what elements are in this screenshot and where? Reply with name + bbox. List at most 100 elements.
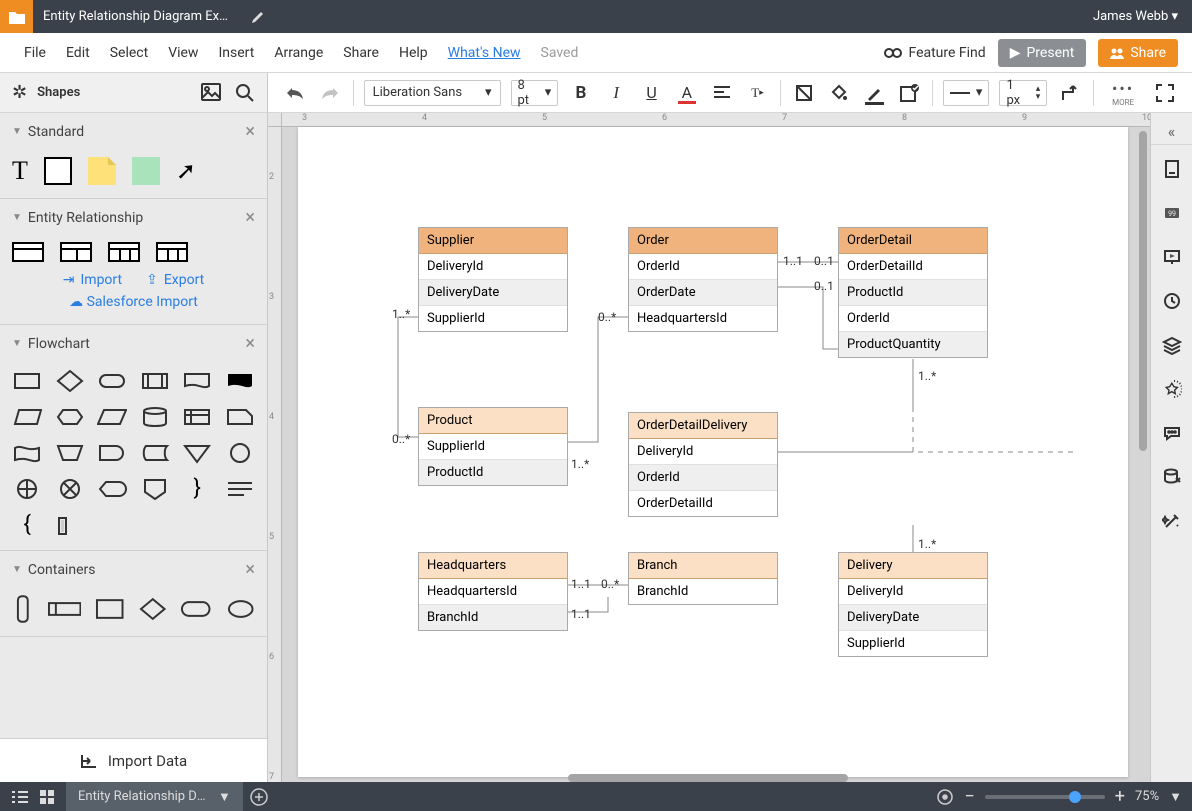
fc-merge[interactable] — [182, 440, 212, 466]
fc-square-sm[interactable] — [55, 512, 85, 538]
entity-row[interactable]: ProductId — [839, 280, 987, 306]
gear-icon[interactable]: ✲ — [12, 82, 27, 103]
entity-row[interactable]: BranchId — [629, 579, 777, 604]
folder-icon[interactable] — [0, 0, 33, 33]
menu-help[interactable]: Help — [389, 39, 438, 67]
entity-hq[interactable]: HeadquartersHeadquartersIdBranchId — [418, 552, 568, 631]
entity-orderdetail[interactable]: OrderDetailOrderDetailIdProductIdOrderId… — [838, 227, 988, 358]
entity-row[interactable]: OrderDetailId — [839, 254, 987, 280]
document-title[interactable]: Entity Relationship Diagram Exa… — [33, 9, 243, 24]
rectangle-shape[interactable] — [44, 157, 72, 185]
entity-row[interactable]: HeadquartersId — [629, 306, 777, 331]
cont-3[interactable] — [95, 597, 124, 621]
bold-button[interactable]: B — [568, 80, 593, 106]
fc-offpage[interactable] — [140, 476, 170, 502]
dock-page-icon[interactable] — [1152, 149, 1192, 189]
fc-terminator[interactable] — [97, 368, 127, 394]
import-link[interactable]: ⇥ Import — [63, 272, 122, 288]
entity-odd[interactable]: OrderDetailDeliveryDeliveryIdOrderIdOrde… — [628, 412, 778, 517]
er-shape-3[interactable] — [108, 242, 140, 262]
fc-data[interactable] — [12, 404, 42, 430]
cont-4[interactable] — [139, 597, 167, 621]
font-size-selector[interactable]: 8 pt ▾ — [511, 80, 559, 106]
entity-row[interactable]: DeliveryDate — [839, 605, 987, 631]
entity-row[interactable]: OrderDate — [629, 280, 777, 306]
import-data-button[interactable]: Import Data — [0, 738, 267, 782]
fc-decision[interactable] — [55, 368, 85, 394]
zoom-value[interactable]: 75% — [1135, 789, 1159, 804]
cont-1[interactable] — [12, 594, 34, 624]
rename-icon[interactable] — [243, 10, 273, 24]
feature-find[interactable]: Feature Find — [884, 45, 985, 61]
shape-options-button[interactable] — [897, 80, 922, 106]
h-scrollbar[interactable] — [568, 774, 848, 782]
entity-product[interactable]: ProductSupplierIdProductId — [418, 407, 568, 486]
export-link[interactable]: ⇪ Export — [146, 272, 204, 288]
fullscreen-button[interactable] — [1153, 80, 1178, 106]
dock-theme-icon[interactable] — [1152, 369, 1192, 409]
close-icon[interactable]: × — [245, 559, 255, 580]
menu-edit[interactable]: Edit — [56, 39, 100, 67]
canvas[interactable]: 345678910 234567 SupplierDeliveryIdDeliv… — [268, 113, 1150, 782]
entity-header[interactable]: Headquarters — [419, 553, 567, 579]
image-icon[interactable] — [201, 83, 221, 103]
entity-row[interactable]: DeliveryId — [839, 579, 987, 605]
fc-stored[interactable] — [140, 440, 170, 466]
fc-or[interactable] — [12, 476, 42, 502]
menu-select[interactable]: Select — [100, 39, 158, 67]
cont-6[interactable] — [226, 598, 255, 620]
redo-button[interactable] — [317, 80, 342, 106]
underline-button[interactable]: U — [639, 80, 664, 106]
fc-hex[interactable] — [55, 404, 85, 430]
section-containers-header[interactable]: ▼Containers× — [0, 551, 267, 588]
section-entity-header[interactable]: ▼Entity Relationship× — [0, 199, 267, 236]
fc-delay[interactable] — [97, 440, 127, 466]
dock-data-icon[interactable] — [1152, 457, 1192, 497]
zoom-out-button[interactable]: − — [964, 786, 974, 807]
entity-row[interactable]: OrderId — [839, 306, 987, 332]
fc-database[interactable] — [140, 404, 170, 430]
text-style-button[interactable]: T▸ — [745, 80, 770, 106]
fc-parallel[interactable] — [97, 404, 127, 430]
entity-header[interactable]: OrderDetailDelivery — [629, 413, 777, 439]
fc-doc2[interactable] — [225, 368, 255, 394]
entity-header[interactable]: Product — [419, 408, 567, 434]
dock-magic-icon[interactable] — [1152, 501, 1192, 541]
menu-view[interactable]: View — [158, 39, 208, 67]
entity-row[interactable]: SupplierId — [419, 306, 567, 331]
entity-row[interactable]: SupplierId — [839, 631, 987, 656]
entity-row[interactable]: OrderId — [629, 465, 777, 491]
entity-branch[interactable]: BranchBranchId — [628, 552, 778, 605]
cont-2[interactable] — [48, 600, 81, 618]
user-menu[interactable]: James Webb ▾ — [1079, 9, 1192, 24]
text-color-button[interactable]: A — [674, 80, 699, 106]
fc-process[interactable] — [12, 368, 42, 394]
fill-color-button[interactable] — [827, 80, 852, 106]
entity-order[interactable]: OrderOrderIdOrderDateHeadquartersId — [628, 227, 778, 332]
entity-header[interactable]: Order — [629, 228, 777, 254]
entity-row[interactable]: OrderDetailId — [629, 491, 777, 516]
entity-row[interactable]: DeliveryDate — [419, 280, 567, 306]
er-shape-4[interactable] — [156, 242, 188, 262]
entity-delivery[interactable]: DeliveryDeliveryIdDeliveryDateSupplierId — [838, 552, 988, 657]
page-tab[interactable]: Entity Relationship Dia…▼ — [66, 782, 243, 811]
menu-insert[interactable]: Insert — [208, 39, 264, 67]
entity-supplier[interactable]: SupplierDeliveryIdDeliveryDateSupplierId — [418, 227, 568, 332]
menu-arrange[interactable]: Arrange — [264, 39, 333, 67]
align-button[interactable] — [710, 80, 735, 106]
target-icon[interactable] — [936, 788, 954, 806]
entity-row[interactable]: ProductQuantity — [839, 332, 987, 357]
close-icon[interactable]: × — [245, 121, 255, 142]
dock-comments-icon[interactable]: 99 — [1152, 193, 1192, 233]
section-flowchart-header[interactable]: ▼Flowchart× — [0, 325, 267, 362]
fc-predef[interactable] — [140, 368, 170, 394]
line-width-selector[interactable]: 1 px ▴▾ — [999, 80, 1047, 106]
entity-row[interactable]: ProductId — [419, 460, 567, 485]
fc-connector[interactable] — [225, 440, 255, 466]
entity-header[interactable]: OrderDetail — [839, 228, 987, 254]
outline-view-icon[interactable] — [12, 790, 28, 804]
er-shape-1[interactable] — [12, 242, 44, 262]
entity-row[interactable]: BranchId — [419, 605, 567, 630]
zoom-slider[interactable] — [985, 795, 1105, 799]
fc-note[interactable] — [225, 476, 255, 502]
